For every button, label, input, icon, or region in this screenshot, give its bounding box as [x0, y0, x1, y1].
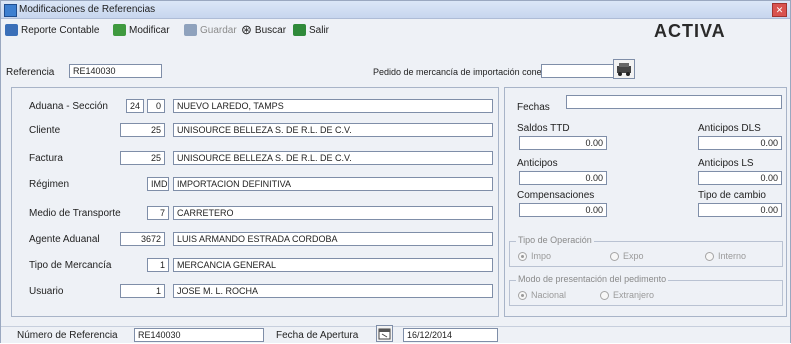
- exit-icon: [293, 24, 306, 36]
- mercancia-desc-field: MERCANCIA GENERAL: [173, 258, 493, 272]
- radio-expo-label: Expo: [623, 251, 644, 261]
- mercancia-label: Tipo de Mercancía: [29, 260, 112, 271]
- aduana-label: Aduana - Sección: [29, 101, 108, 112]
- radio-extranjero[interactable]: Extranjero: [600, 290, 654, 300]
- fechas-label: Fechas: [517, 102, 550, 113]
- regimen-code-input[interactable]: IMD: [147, 177, 169, 191]
- referencia-label: Referencia: [6, 67, 55, 78]
- anticipos-field: 0.00: [519, 171, 607, 185]
- anticipos-ls-field: 0.00: [698, 171, 782, 185]
- transporte-code-input[interactable]: 7: [147, 206, 169, 220]
- radio-dot: [518, 251, 527, 261]
- report-icon: [5, 24, 18, 36]
- report-label: Reporte Contable: [21, 24, 100, 36]
- numero-referencia-field: RE140030: [134, 328, 264, 342]
- window-title: Modificaciones de Referencias: [19, 4, 156, 15]
- exit-label: Salir: [309, 24, 330, 36]
- binoculars-icon: ⊛: [241, 22, 252, 37]
- compensaciones-label: Compensaciones: [517, 190, 595, 201]
- aduana-desc-field: NUEVO LAREDO, TAMPS: [173, 99, 493, 113]
- seccion-code-input[interactable]: 0: [147, 99, 165, 113]
- exit-button[interactable]: Salir: [293, 23, 329, 37]
- search-button[interactable]: ⊛ Buscar: [241, 23, 286, 37]
- saldos-ttd-label: Saldos TTD: [517, 123, 570, 134]
- usuario-code-input[interactable]: 1: [120, 284, 165, 298]
- regimen-desc-field: IMPORTACION DEFINITIVA: [173, 177, 493, 191]
- agente-label: Agente Aduanal: [29, 234, 100, 245]
- close-button[interactable]: ✕: [772, 3, 787, 17]
- agente-code-input[interactable]: 3672: [120, 232, 165, 246]
- radio-interno[interactable]: Interno: [705, 251, 746, 261]
- app-icon: [4, 4, 17, 17]
- anticipos-dls-label: Anticipos DLS: [698, 123, 761, 134]
- radio-dot: [610, 251, 619, 261]
- saldos-ttd-field: 0.00: [519, 136, 607, 150]
- save-label: Guardar: [200, 24, 237, 36]
- radio-dot: [600, 290, 609, 300]
- fecha-apertura-field: 16/12/2014: [403, 328, 498, 342]
- title-bar: Modificaciones de Referencias ✕: [1, 1, 790, 19]
- fecha-apertura-label: Fecha de Apertura: [276, 330, 359, 341]
- report-button[interactable]: Reporte Contable: [5, 23, 99, 37]
- cliente-code-input[interactable]: 25: [120, 123, 165, 137]
- transporte-label: Medio de Transporte: [29, 208, 121, 219]
- left-panel: [11, 87, 499, 317]
- status-label: ACTIVA: [654, 21, 726, 41]
- radio-impo-label: Impo: [531, 251, 552, 261]
- factura-desc-field: UNISOURCE BELLEZA S. DE R.L. DE C.V.: [173, 151, 493, 165]
- factura-code-input[interactable]: 25: [120, 151, 165, 165]
- cliente-desc-field: UNISOURCE BELLEZA S. DE R.L. DE C.V.: [173, 123, 493, 137]
- bottom-bar: Número de Referencia RE140030 Fecha de A…: [1, 325, 790, 343]
- save-icon: [184, 24, 197, 36]
- car-icon: [617, 63, 631, 76]
- aduana-code-input[interactable]: 24: [126, 99, 144, 113]
- modo-presentacion-legend: Modo de presentación del pedimento: [516, 274, 669, 284]
- numero-referencia-label: Número de Referencia: [17, 330, 118, 341]
- radio-nacional-label: Nacional: [531, 290, 567, 300]
- referencia-input[interactable]: RE140030: [69, 64, 162, 78]
- modify-icon: [113, 24, 126, 36]
- pedido-label: Pedido de mercancía de importación conex…: [373, 67, 552, 77]
- search-pedido-button[interactable]: [613, 59, 635, 79]
- radio-expo[interactable]: Expo: [610, 251, 644, 261]
- anticipos-ls-label: Anticipos LS: [698, 158, 754, 169]
- factura-label: Factura: [29, 153, 63, 164]
- compensaciones-field: 0.00: [519, 203, 607, 217]
- modify-button[interactable]: Modificar: [113, 23, 170, 37]
- transporte-desc-field: CARRETERO: [173, 206, 493, 220]
- save-button[interactable]: Guardar: [184, 23, 237, 37]
- usuario-desc-field: JOSE M. L. ROCHA: [173, 284, 493, 298]
- cliente-label: Cliente: [29, 125, 61, 136]
- regimen-label: Régimen: [29, 179, 70, 190]
- radio-nacional[interactable]: Nacional: [518, 290, 566, 300]
- anticipos-dls-field: 0.00: [698, 136, 782, 150]
- mercancia-code-input[interactable]: 1: [147, 258, 169, 272]
- usuario-label: Usuario: [29, 286, 64, 297]
- radio-interno-label: Interno: [718, 251, 747, 261]
- fechas-input[interactable]: [566, 95, 782, 109]
- modo-presentacion-group: Modo de presentación del pedimento Nacio…: [509, 274, 783, 306]
- radio-extranjero-label: Extranjero: [613, 290, 655, 300]
- radio-impo[interactable]: Impo: [518, 251, 551, 261]
- agente-desc-field: LUIS ARMANDO ESTRADA CORDOBA: [173, 232, 493, 246]
- tipo-cambio-label: Tipo de cambio: [698, 190, 766, 201]
- modify-label: Modificar: [129, 24, 170, 36]
- tipo-operacion-group: Tipo de Operación Impo Expo Interno: [509, 235, 783, 267]
- radio-dot: [705, 251, 714, 261]
- calendar-button[interactable]: [376, 325, 393, 342]
- calendar-icon: [378, 328, 391, 340]
- main-window: Modificaciones de Referencias ✕ Reporte …: [0, 0, 791, 343]
- radio-dot: [518, 290, 527, 300]
- tipo-operacion-legend: Tipo de Operación: [516, 235, 594, 245]
- anticipos-label: Anticipos: [517, 158, 558, 169]
- tipo-cambio-field: 0.00: [698, 203, 782, 217]
- search-label: Buscar: [254, 24, 287, 36]
